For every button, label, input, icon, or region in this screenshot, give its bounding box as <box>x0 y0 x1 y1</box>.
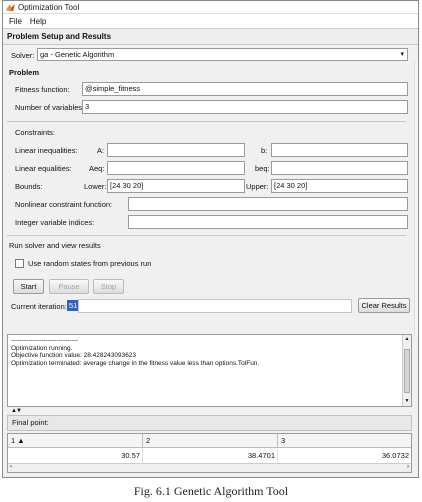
optimization-tool-window: Optimization Tool File Help Problem Setu… <box>2 0 419 478</box>
status-output-area: ------------------------------- Optimiza… <box>7 334 412 407</box>
menu-help[interactable]: Help <box>26 17 50 26</box>
solver-select[interactable]: ga - Genetic Algorithm ▾ <box>37 48 408 61</box>
scroll-left-icon[interactable]: ‹ <box>10 464 12 470</box>
column-header-3[interactable]: 3 <box>278 434 411 448</box>
output-line: Optimization running. <box>11 344 73 352</box>
column-header-1[interactable]: 1 ▲ <box>8 434 143 448</box>
linear-equalities-label: Linear equalities: <box>15 164 72 173</box>
pause-button[interactable]: Pause <box>49 279 89 294</box>
table-header: 1 ▲ 2 3 <box>8 434 411 448</box>
nonlinear-constraint-label: Nonlinear constraint function: <box>15 200 113 209</box>
upper-bound-label: Upper: <box>246 182 269 191</box>
title-bar: Optimization Tool <box>3 1 418 14</box>
divider <box>7 121 406 122</box>
nonlinear-constraint-field[interactable] <box>128 197 408 211</box>
upper-bound-field[interactable]: [24 30 20] <box>271 179 408 193</box>
table-horizontal-scrollbar[interactable]: ‹ › <box>8 463 411 472</box>
a-label: A: <box>97 146 105 155</box>
b-label: b: <box>261 146 268 155</box>
output-vertical-scrollbar[interactable]: ▲ ▼ <box>402 335 411 406</box>
current-iteration-field <box>78 299 352 313</box>
solver-value: ga - Genetic Algorithm <box>40 50 115 59</box>
menu-bar: File Help <box>3 14 418 29</box>
output-line: ------------------------------- <box>11 337 79 344</box>
final-point-heading: Final point: <box>7 415 412 431</box>
column-header-2[interactable]: 2 <box>143 434 278 448</box>
current-iteration-label: Current iteration: <box>11 302 67 311</box>
beq-label: beq: <box>255 164 270 173</box>
bounds-label: Bounds: <box>15 182 43 191</box>
beq-vector-field[interactable] <box>271 161 408 175</box>
divider <box>7 235 406 236</box>
window-title: Optimization Tool <box>18 2 80 12</box>
output-line: Optimization terminated: average change … <box>11 359 260 367</box>
output-line: Objective function value: 28.42824309362… <box>11 352 137 359</box>
lower-bound-label: Lower: <box>84 182 107 191</box>
figure-caption: Fig. 6.1 Genetic Algorithm Tool <box>133 484 289 498</box>
table-cell: 30.57 <box>8 449 143 462</box>
start-button[interactable]: Start <box>13 279 44 294</box>
final-point-table: 1 ▲ 2 3 30.57 38.4701 36.0732 ‹ › <box>7 433 412 473</box>
random-states-checkbox[interactable] <box>15 259 24 268</box>
b-vector-field[interactable] <box>271 143 408 157</box>
number-of-variables-label: Number of variables: <box>15 103 85 112</box>
integer-indices-label: Integer variable indices: <box>15 218 95 227</box>
fitness-function-field[interactable]: @simple_fitness <box>82 82 408 96</box>
clear-results-button[interactable]: Clear Results <box>358 298 410 313</box>
number-of-variables-field[interactable]: 3 <box>82 100 408 114</box>
lower-bound-field[interactable]: [24 30 20] <box>107 179 245 193</box>
fitness-function-label: Fitness function: <box>15 85 70 94</box>
panel-title: Problem Setup and Results <box>3 29 418 45</box>
constraints-heading: Constraints: <box>15 128 56 137</box>
dropdown-arrow-icon: ▾ <box>400 51 404 58</box>
scroll-strip <box>414 61 418 336</box>
scroll-thumb[interactable] <box>404 349 410 393</box>
aeq-matrix-field[interactable] <box>107 161 245 175</box>
scroll-down-icon[interactable]: ▼ <box>403 398 411 406</box>
scroll-right-icon[interactable]: › <box>407 464 409 470</box>
run-solver-heading: Run solver and view results <box>9 241 101 250</box>
matlab-logo-icon <box>6 3 15 11</box>
problem-heading: Problem <box>9 68 40 77</box>
aeq-label: Aeq: <box>89 164 105 173</box>
menu-file[interactable]: File <box>5 17 26 26</box>
solver-label: Solver: <box>11 51 35 60</box>
splitter-arrows-icon[interactable]: ▲▼ <box>11 408 22 414</box>
a-matrix-field[interactable] <box>107 143 245 157</box>
table-cell: 36.0732 <box>381 451 409 460</box>
scroll-up-icon[interactable]: ▲ <box>403 336 411 344</box>
linear-inequalities-label: Linear inequalities: <box>15 146 78 155</box>
integer-indices-field[interactable] <box>128 215 408 229</box>
stop-button[interactable]: Stop <box>93 279 124 294</box>
table-cell: 38.4701 <box>143 449 278 462</box>
random-states-label: Use random states from previous run <box>28 259 152 268</box>
